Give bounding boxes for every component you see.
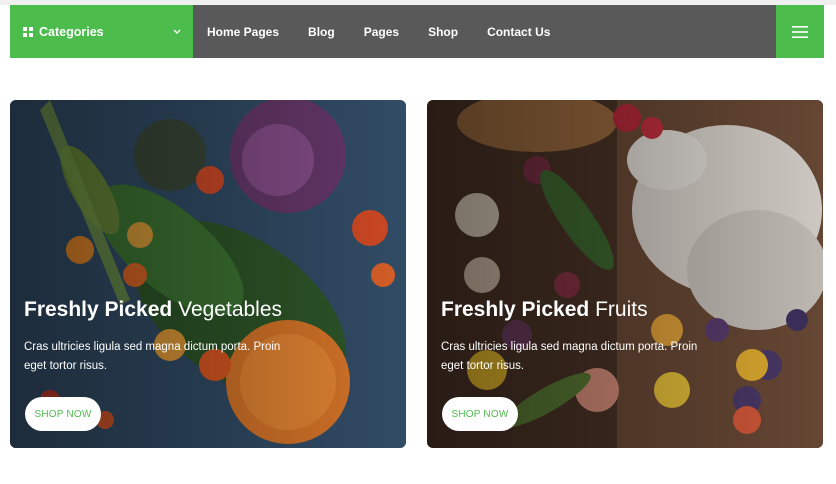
vegetables-banner-content: Freshly Picked Vegetables Cras ultricies… (24, 296, 324, 376)
main-navbar: Categories Home Pages Blog Pages Shop Co… (10, 5, 824, 58)
fruits-banner-text: Cras ultricies ligula sed magna dictum p… (441, 341, 698, 372)
menu-item-home-pages[interactable]: Home Pages (207, 25, 279, 39)
page: Categories Home Pages Blog Pages Shop Co… (0, 0, 836, 484)
vegetables-banner[interactable]: Freshly Picked Vegetables Cras ultricies… (10, 100, 406, 448)
vegetables-banner-text: Cras ultricies ligula sed magna dictum p… (24, 341, 281, 372)
fruits-shop-now-button[interactable]: SHOP NOW (442, 397, 518, 431)
main-menu: Home Pages Blog Pages Shop Contact Us (207, 25, 579, 39)
categories-label: Categories (39, 24, 104, 39)
vegetables-banner-title: Freshly Picked Vegetables (24, 296, 324, 324)
menu-item-contact-us[interactable]: Contact Us (487, 25, 550, 39)
grid-icon (23, 26, 33, 37)
fruits-banner-content: Freshly Picked Fruits Cras ultricies lig… (441, 296, 741, 376)
vegetables-title-light: Vegetables (178, 298, 283, 321)
fruits-banner-overlay (427, 100, 823, 448)
vegetables-shop-now-button[interactable]: SHOP NOW (25, 397, 101, 431)
categories-dropdown[interactable]: Categories (10, 5, 193, 58)
fruits-banner[interactable]: Freshly Picked Fruits Cras ultricies lig… (427, 100, 823, 448)
menu-item-blog[interactable]: Blog (308, 25, 335, 39)
fruits-title-light: Fruits (595, 298, 648, 321)
vegetables-title-bold: Freshly Picked (24, 298, 173, 321)
fruits-title-bold: Freshly Picked (441, 298, 590, 321)
menu-item-pages[interactable]: Pages (364, 25, 399, 39)
chevron-down-icon (173, 29, 181, 34)
hamburger-menu-button[interactable] (776, 5, 824, 58)
vegetables-banner-overlay (10, 100, 406, 448)
menu-item-shop[interactable]: Shop (428, 25, 458, 39)
fruits-banner-title: Freshly Picked Fruits (441, 296, 741, 324)
hamburger-menu-icon (792, 25, 808, 38)
